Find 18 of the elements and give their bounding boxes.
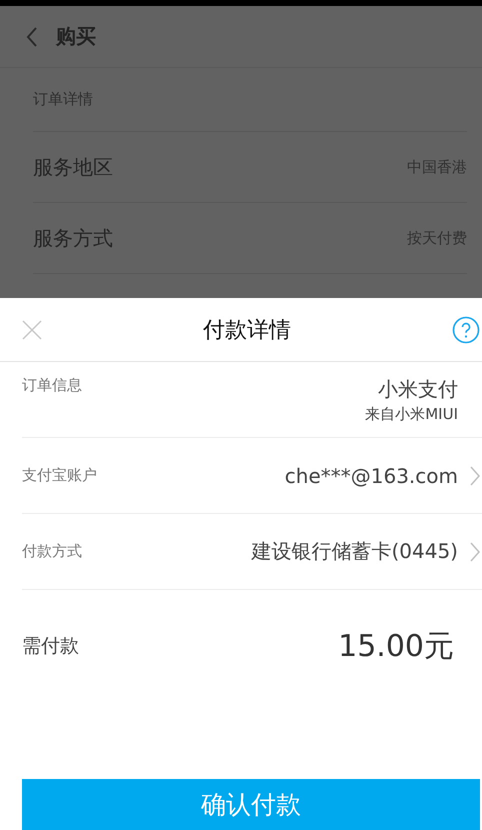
- help-icon[interactable]: [452, 316, 480, 344]
- chevron-right-icon[interactable]: [470, 542, 480, 562]
- row-value[interactable]: che***@163.com: [284, 464, 458, 488]
- amount-label: 需付款: [22, 634, 79, 659]
- row-label: 服务地区: [33, 154, 113, 180]
- merchant-name: 小米支付: [378, 376, 458, 403]
- back-icon[interactable]: [26, 26, 38, 48]
- close-icon[interactable]: [22, 320, 42, 340]
- row-label: 服务方式: [33, 224, 113, 252]
- page-title: 购买: [56, 23, 96, 50]
- row-label: 订单信息: [22, 376, 82, 395]
- amount-value: 15.00元: [338, 628, 454, 666]
- row-label: 付款方式: [22, 542, 82, 561]
- chevron-right-icon[interactable]: [470, 466, 480, 486]
- merchant-source: 来自小米MIUI: [365, 405, 458, 424]
- row-label: 支付宝账户: [22, 466, 97, 485]
- row-value[interactable]: 建设银行储蓄卡(0445): [251, 538, 458, 565]
- sheet-title: 付款详情: [203, 316, 291, 344]
